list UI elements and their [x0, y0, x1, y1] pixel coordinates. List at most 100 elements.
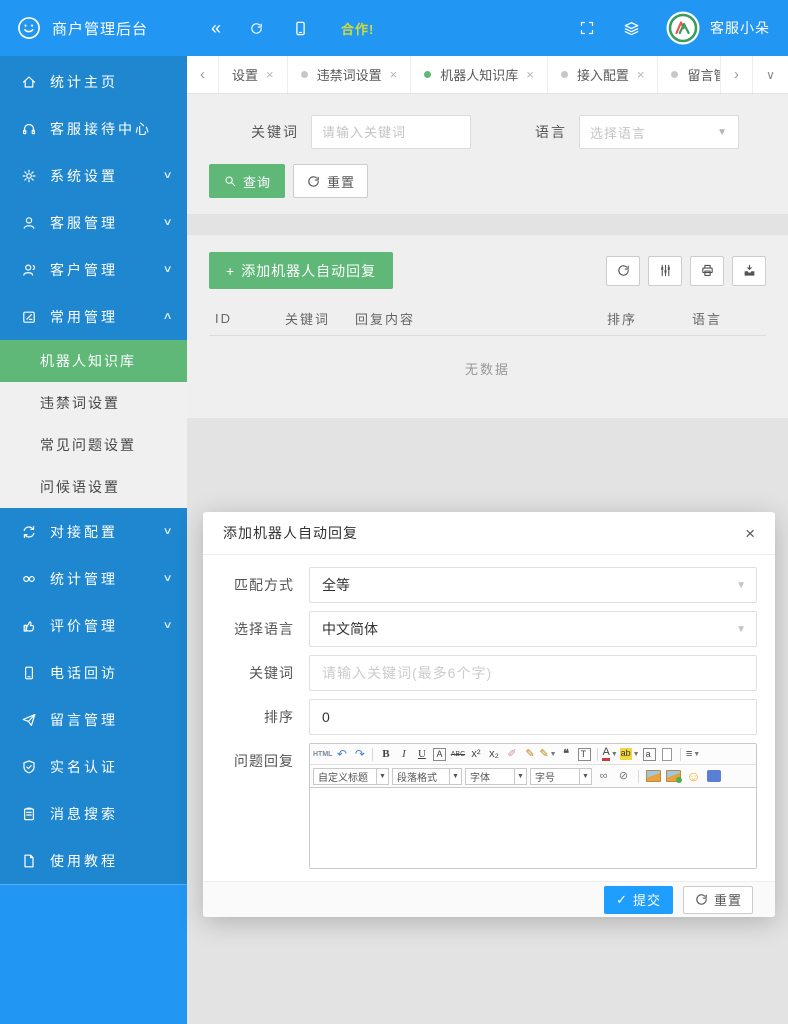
modal-reset-button-label: 重置	[714, 890, 742, 909]
document-icon	[20, 852, 37, 869]
paint-format-dropdown[interactable]: ✎▼	[539, 746, 556, 763]
submenu-item[interactable]: 问候语设置	[0, 466, 187, 508]
editor-content-area[interactable]	[310, 788, 756, 868]
sidebar-item[interactable]: 常用管理∧	[0, 293, 187, 340]
sidebar-item[interactable]: 统计管理∨	[0, 555, 187, 602]
sidebar-item[interactable]: 客户管理∨	[0, 246, 187, 293]
unlink-icon[interactable]: ⊘	[615, 768, 632, 785]
tab-close-icon[interactable]: ×	[266, 67, 274, 82]
tab-2[interactable]: 机器人知识库×	[411, 56, 548, 93]
font-color-button[interactable]: A▼	[602, 746, 619, 763]
tab-3[interactable]: 接入配置×	[548, 56, 659, 93]
redo-icon[interactable]: ↷	[351, 746, 368, 763]
modal-language-select[interactable]: 中文简体 ▼	[309, 611, 757, 647]
avatar[interactable]	[666, 11, 700, 45]
tab-close-icon[interactable]: ×	[637, 67, 645, 82]
sidebar-item[interactable]: 对接配置∨	[0, 508, 187, 555]
sort-input[interactable]	[309, 699, 757, 735]
refresh-icon-button[interactable]	[606, 256, 640, 286]
link-icon[interactable]: ∞	[595, 768, 612, 785]
bold-button[interactable]: B	[377, 746, 394, 763]
match-mode-select[interactable]: 全等 ▼	[309, 567, 757, 603]
tab-1[interactable]: 违禁词设置×	[288, 56, 412, 93]
match-mode-label: 匹配方式	[221, 575, 309, 595]
undo-icon[interactable]: ↶	[333, 746, 350, 763]
fullscreen-icon[interactable]	[578, 19, 596, 37]
font-size-select[interactable]: 字号▼	[530, 768, 592, 785]
tab-status-dot	[301, 71, 308, 78]
highlight-color-button[interactable]: ab▼	[620, 746, 640, 763]
tabs-next-arrow[interactable]: ›	[720, 56, 752, 93]
chevron-down-icon: ∨	[162, 526, 172, 537]
collapse-sidebar-icon[interactable]: «	[211, 19, 221, 37]
stack-icon[interactable]	[622, 19, 640, 37]
sidebar-item[interactable]: 使用教程	[0, 837, 187, 884]
submenu-item[interactable]: 机器人知识库	[0, 340, 187, 382]
add-robot-reply-button[interactable]: + 添加机器人自动回复	[209, 252, 393, 289]
emoji-icon[interactable]: ☺	[685, 768, 702, 785]
query-button[interactable]: 查询	[209, 164, 285, 198]
tabs-wrap: 设置×违禁词设置×机器人知识库×接入配置×留言管理×	[219, 56, 720, 93]
strikethrough-button[interactable]: ABC	[449, 746, 466, 763]
sidebar-item-label: 统计主页	[50, 72, 118, 92]
paragraph-format-select[interactable]: 段落格式▼	[392, 768, 462, 785]
blockquote-button[interactable]: ❝	[558, 746, 575, 763]
tab-close-icon[interactable]: ×	[390, 67, 398, 82]
filter-columns-icon-button[interactable]	[648, 256, 682, 286]
close-icon[interactable]: ×	[745, 525, 755, 542]
reset-button[interactable]: 重置	[293, 164, 368, 198]
superscript-button[interactable]: x²	[467, 746, 484, 763]
sidebar-item[interactable]: 电话回访	[0, 649, 187, 696]
modal-footer: ✓ 提交 重置	[203, 881, 775, 917]
sidebar-item[interactable]: 系统设置∨	[0, 152, 187, 199]
tab-4[interactable]: 留言管理×	[658, 56, 720, 93]
image-icon[interactable]	[645, 768, 662, 785]
underline-button[interactable]: U	[413, 746, 430, 763]
inline-code-button[interactable]: a	[641, 746, 658, 763]
modal-reset-button[interactable]: 重置	[683, 886, 753, 914]
sidebar-item[interactable]: 统计主页	[0, 58, 187, 105]
font-border-button[interactable]: A	[431, 746, 448, 763]
custom-title-select[interactable]: 自定义标题▼	[313, 768, 389, 785]
paste-text-button[interactable]: T	[576, 746, 593, 763]
video-icon[interactable]	[705, 768, 722, 785]
sidebar-menu: 统计主页客服接待中心系统设置∨客服管理∨客户管理∨常用管理∧机器人知识库违禁词设…	[0, 56, 187, 884]
sidebar-item[interactable]: 消息搜索	[0, 790, 187, 837]
submenu-item[interactable]: 违禁词设置	[0, 382, 187, 424]
eraser-icon[interactable]: ✐	[503, 746, 520, 763]
sidebar-item[interactable]: 客服管理∨	[0, 199, 187, 246]
italic-button[interactable]: I	[395, 746, 412, 763]
print-icon-button[interactable]	[690, 256, 724, 286]
sidebar-item[interactable]: 评价管理∨	[0, 602, 187, 649]
font-family-select[interactable]: 字体▼	[465, 768, 527, 785]
tabs-dropdown-icon[interactable]: ∨	[752, 56, 788, 93]
shield-check-icon	[20, 758, 37, 775]
mobile-icon[interactable]	[291, 19, 309, 37]
html-source-button[interactable]: HTML	[313, 746, 332, 763]
sidebar-item-label: 电话回访	[50, 663, 118, 683]
format-painter-icon[interactable]: ✎	[521, 746, 538, 763]
language-select[interactable]: 选择语言 ▼	[579, 115, 739, 149]
refresh-icon[interactable]	[247, 19, 265, 37]
keyword-label: 关键词	[251, 122, 299, 142]
sidebar-item-label: 留言管理	[50, 710, 118, 730]
export-icon-button[interactable]	[732, 256, 766, 286]
toolbar-separator	[680, 748, 681, 761]
tab-close-icon[interactable]: ×	[526, 67, 534, 82]
sidebar-item[interactable]: 客服接待中心	[0, 105, 187, 152]
username[interactable]: 客服小朵	[710, 18, 770, 38]
modal-keyword-input[interactable]	[309, 655, 757, 691]
tab-0[interactable]: 设置×	[219, 56, 288, 93]
tabs-prev-arrow[interactable]: ‹	[187, 56, 219, 93]
list-style-dropdown[interactable]: ≡▼	[685, 746, 702, 763]
submit-button[interactable]: ✓ 提交	[604, 886, 673, 914]
sidebar-item[interactable]: 留言管理	[0, 696, 187, 743]
sidebar-item-label: 使用教程	[50, 851, 118, 871]
search-form-row: 关键词 语言 选择语言 ▼	[251, 115, 766, 149]
subscript-button[interactable]: x₂	[485, 746, 502, 763]
clear-doc-icon[interactable]	[659, 746, 676, 763]
keyword-input[interactable]	[311, 115, 471, 149]
sidebar-item[interactable]: 实名认证	[0, 743, 187, 790]
image-upload-icon[interactable]	[665, 768, 682, 785]
submenu-item[interactable]: 常见问题设置	[0, 424, 187, 466]
